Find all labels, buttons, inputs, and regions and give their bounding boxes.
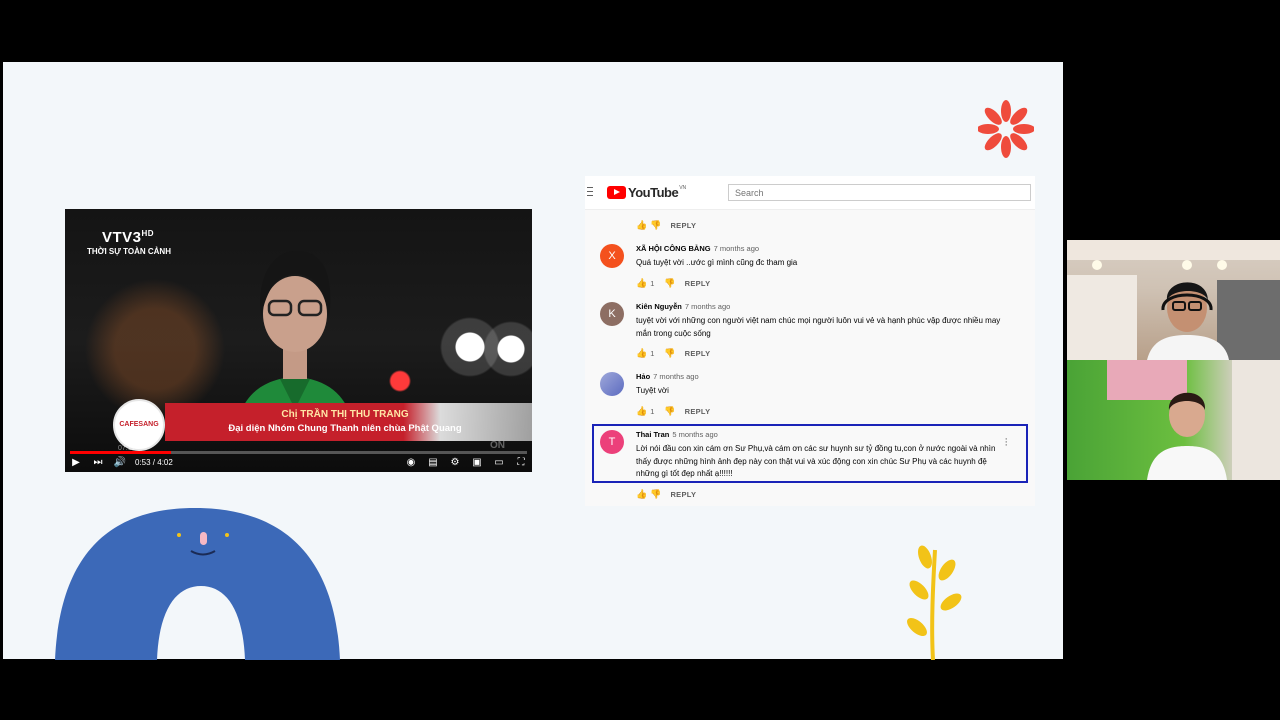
leaf-decoration xyxy=(907,545,962,660)
reply-button[interactable]: REPLY xyxy=(670,490,696,499)
dislike-icon[interactable]: 👎 xyxy=(650,220,661,231)
video-controls: ▶ ⏭ 🔊 0:53 / 4:02 ◉ ▤ ⚙ ▣ ▭ ⛶ xyxy=(65,452,532,472)
comment-text: Tuyệt vời xyxy=(636,386,669,395)
reply-button[interactable]: REPLY xyxy=(685,349,711,358)
more-options-icon[interactable]: · · · xyxy=(1004,434,1008,451)
webcam-participant-1 xyxy=(1067,240,1280,360)
comment-actions: 👍 👎 REPLY xyxy=(636,489,696,500)
comment-actions: 👍 1 👎 REPLY xyxy=(636,348,710,359)
comment-time[interactable]: 7 months ago xyxy=(685,302,730,311)
watermark: ON xyxy=(490,440,505,451)
channel-logo: VTV3HD xyxy=(102,229,155,246)
video-time: 0:53 / 4:02 xyxy=(135,457,173,467)
like-icon[interactable]: 👍 xyxy=(636,278,647,289)
settings-icon[interactable]: ⚙ xyxy=(444,452,466,472)
like-icon[interactable]: 👍 xyxy=(636,406,647,417)
like-icon[interactable]: 👍 xyxy=(636,348,647,359)
highlighted-comment-frame: · · · xyxy=(592,424,1028,483)
dislike-icon[interactable]: 👎 xyxy=(664,348,675,359)
reply-button[interactable]: REPLY xyxy=(685,407,711,416)
like-icon[interactable]: 👍 xyxy=(636,220,647,231)
comment-author[interactable]: XÃ HỘI CÔNG BẰNG xyxy=(636,244,711,253)
avatar[interactable]: K xyxy=(600,302,624,326)
search-input[interactable] xyxy=(728,184,1031,201)
like-count: 1 xyxy=(650,407,655,416)
video-player[interactable]: VTV3HD THỜI SỰ TOÀN CẢNH Chị TRẦN THỊ TH… xyxy=(65,209,532,472)
comment-text: tuyệt vời với những con người việt nam c… xyxy=(636,316,1001,338)
next-icon[interactable]: ⏭ xyxy=(87,452,109,472)
menu-icon[interactable] xyxy=(587,187,593,197)
comment-actions: 👍 1 👎 REPLY xyxy=(636,406,710,417)
lower-third-caption: Chị TRẦN THỊ THU TRANG Đại diện Nhóm Chu… xyxy=(165,403,532,441)
comment-time[interactable]: 7 months ago xyxy=(653,372,698,381)
cafesang-logo: CAFESANG xyxy=(113,399,165,451)
reply-button[interactable]: REPLY xyxy=(685,279,711,288)
fullscreen-icon[interactable]: ⛶ xyxy=(510,452,532,472)
miniplayer-icon[interactable]: ▣ xyxy=(466,452,488,472)
participant-1-figure xyxy=(1067,240,1280,360)
like-icon[interactable]: 👍 xyxy=(636,489,647,500)
comment-author[interactable]: Kiên Nguyễn xyxy=(636,302,682,311)
caption-name: Chị TRẦN THỊ THU TRANG xyxy=(281,409,409,420)
program-name: THỜI SỰ TOÀN CẢNH xyxy=(87,247,171,256)
like-count: 1 xyxy=(650,349,655,358)
webcam-participant-2 xyxy=(1067,360,1280,480)
comment-actions: 👍 1 👎 REPLY xyxy=(636,278,710,289)
caption-role: Đại diện Nhóm Chung Thanh niên chùa Phật… xyxy=(228,423,462,434)
flower-decoration xyxy=(978,100,1034,158)
youtube-logo[interactable]: YouTube VN xyxy=(607,185,686,200)
dislike-icon[interactable]: 👎 xyxy=(664,406,675,417)
theater-icon[interactable]: ▭ xyxy=(488,452,510,472)
comment-time[interactable]: 7 months ago xyxy=(714,244,759,253)
comment-author[interactable]: Hảo xyxy=(636,372,650,381)
comment-actions: 👍 👎 REPLY xyxy=(636,220,696,231)
play-icon[interactable]: ▶ xyxy=(65,452,87,472)
comment-text: Quá tuyệt vời ..ước gì mình cũng đc tham… xyxy=(636,258,798,267)
like-count: 1 xyxy=(650,279,655,288)
youtube-header: YouTube VN xyxy=(585,176,1035,210)
dislike-icon[interactable]: 👎 xyxy=(664,278,675,289)
autoplay-toggle[interactable]: ◉ xyxy=(400,452,422,472)
avatar[interactable]: X xyxy=(600,244,624,268)
subtitles-icon[interactable]: ▤ xyxy=(422,452,444,472)
reply-button[interactable]: REPLY xyxy=(670,221,696,230)
youtube-play-icon xyxy=(607,185,626,199)
blue-character-decoration xyxy=(55,508,340,660)
dislike-icon[interactable]: 👎 xyxy=(650,489,661,500)
avatar[interactable] xyxy=(600,372,624,396)
participant-2-figure xyxy=(1107,360,1280,480)
volume-icon[interactable]: 🔊 xyxy=(109,452,131,472)
